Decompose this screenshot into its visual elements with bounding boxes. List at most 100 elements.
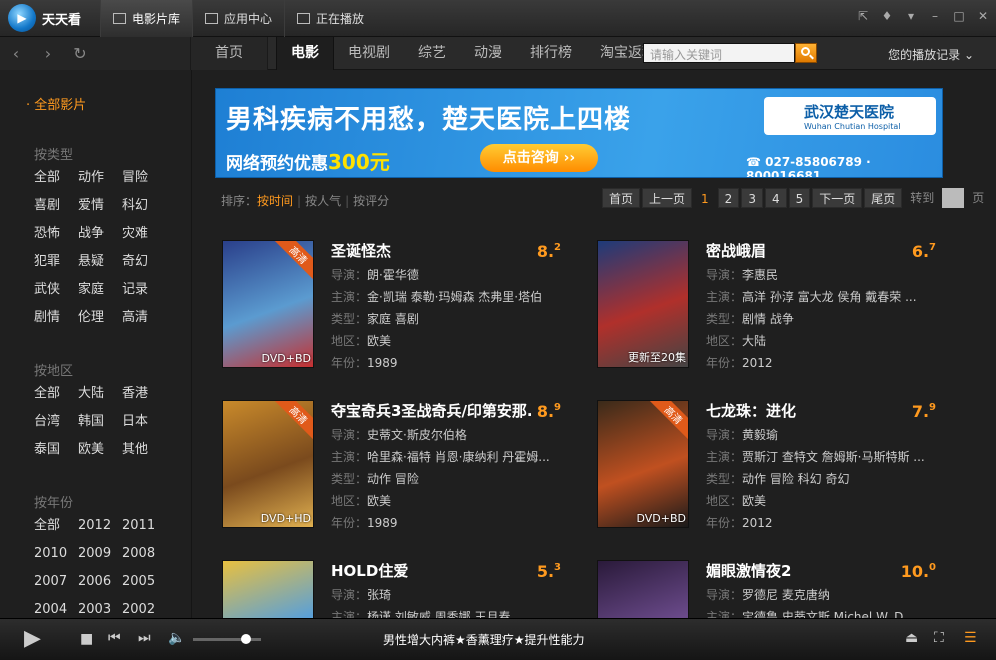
menu-icon[interactable]: ▾	[904, 9, 918, 23]
nav-tab-ranking[interactable]: 排行榜	[516, 37, 586, 70]
type-filter-item[interactable]: 灾难	[122, 224, 166, 243]
volume-knob[interactable]	[241, 634, 251, 644]
type-filter-item[interactable]: 全部	[34, 168, 78, 187]
movie-card[interactable]: 更新至20集 密战峨眉 6.7 导演：李惠民 主演：高洋 孙淳 富大龙 侯角 戴春荣 .…	[597, 240, 942, 370]
field-value[interactable]: 哈里森·福特 肖恩·康纳利 丹霍姆...	[367, 450, 550, 464]
close-icon[interactable]: ✕	[976, 9, 990, 23]
year-filter-item[interactable]: 2009	[78, 544, 122, 563]
playlist-icon[interactable]: ☰	[964, 630, 977, 646]
type-filter-item[interactable]: 奇幻	[122, 252, 166, 271]
pager-item[interactable]: 2	[717, 188, 740, 208]
search-button[interactable]	[795, 43, 817, 63]
movie-poster[interactable]: 高清 DVD+BD	[597, 400, 689, 528]
sort-by-rating[interactable]: 按评分	[353, 194, 389, 208]
year-filter-item[interactable]: 2008	[122, 544, 166, 563]
region-filter-item[interactable]: 韩国	[78, 412, 122, 431]
tab-movie-library[interactable]: 电影片库	[100, 0, 193, 37]
type-filter-item[interactable]: 喜剧	[34, 196, 78, 215]
back-icon[interactable]: ‹	[0, 44, 32, 63]
year-filter-item[interactable]: 2005	[122, 572, 166, 591]
year-filter-item[interactable]: 2012	[78, 516, 122, 535]
refresh-icon[interactable]: ↻	[64, 44, 96, 63]
eject-icon[interactable]: ⏏	[905, 630, 918, 646]
tab-app-center[interactable]: 应用中心	[192, 0, 284, 37]
field-value[interactable]: 宝德鲁 史蒂文斯 Michel W. D...	[742, 610, 915, 618]
region-filter-item[interactable]: 其他	[122, 440, 166, 459]
movie-title[interactable]: 密战峨眉	[706, 240, 906, 261]
pager-item[interactable]: 首页	[602, 188, 641, 208]
field-value[interactable]: 黄毅瑜	[742, 428, 778, 442]
field-value[interactable]: 高洋 孙淳 富大龙 侯角 戴春荣 ...	[742, 290, 917, 304]
year-filter-item[interactable]: 2004	[34, 600, 78, 618]
skin-icon[interactable]: ♦	[880, 9, 894, 23]
year-filter-item[interactable]: 2007	[34, 572, 78, 591]
movie-poster[interactable]: 更新至20集	[597, 240, 689, 368]
field-value[interactable]: 杨谨 刘敏威 周秀娜 王月春	[367, 610, 510, 618]
movie-poster[interactable]	[597, 560, 689, 618]
play-history-link[interactable]: 您的播放记录 ⌄	[888, 46, 974, 63]
volume-slider[interactable]	[193, 634, 261, 644]
type-filter-item[interactable]: 战争	[78, 224, 122, 243]
movie-card[interactable]: 高清 DVD+HD 夺宝奇兵3圣战奇兵/印第安那... 8.9 导演：史蒂文·斯皮尔伯格…	[222, 400, 567, 530]
type-filter-item[interactable]: 冒险	[122, 168, 166, 187]
year-filter-item[interactable]: 2002	[122, 600, 166, 618]
movie-title[interactable]: 圣诞怪杰	[331, 240, 531, 261]
pager-item[interactable]: 1	[694, 188, 716, 208]
maximize-icon[interactable]: □	[952, 9, 966, 23]
movie-poster[interactable]: 高清 DVD+BD	[222, 240, 314, 368]
pager-item[interactable]: 3	[741, 188, 763, 208]
movie-title[interactable]: 夺宝奇兵3圣战奇兵/印第安那...	[331, 400, 531, 421]
movie-card[interactable]: 高清 DVD+BD 七龙珠：进化 7.9 导演：黄毅瑜 主演：贾斯汀 查特文 詹姆斯·马斯…	[597, 400, 942, 530]
field-value[interactable]: 罗德尼 麦克唐纳	[742, 588, 830, 602]
pager-item[interactable]: 上一页	[642, 188, 693, 208]
nav-tab-anime[interactable]: 动漫	[460, 37, 516, 70]
type-filter-item[interactable]: 悬疑	[78, 252, 122, 271]
region-filter-item[interactable]: 香港	[122, 384, 166, 403]
nav-tab-tv[interactable]: 电视剧	[334, 37, 404, 70]
nav-tab-variety[interactable]: 综艺	[404, 37, 460, 70]
play-icon[interactable]: ▶	[24, 626, 41, 651]
type-filter-item[interactable]: 恐怖	[34, 224, 78, 243]
type-filter-item[interactable]: 爱情	[78, 196, 122, 215]
region-filter-item[interactable]: 日本	[122, 412, 166, 431]
region-filter-item[interactable]: 台湾	[34, 412, 78, 431]
field-value[interactable]: 贾斯汀 查特文 詹姆斯·马斯特斯 ...	[742, 450, 925, 464]
year-filter-item[interactable]: 2003	[78, 600, 122, 618]
pager-item[interactable]: 5	[788, 188, 811, 208]
pager-item[interactable]: 4	[764, 188, 787, 208]
region-filter-item[interactable]: 欧美	[78, 440, 122, 459]
banner-consult-button[interactable]: 点击咨询 ››	[480, 144, 598, 172]
region-filter-item[interactable]: 泰国	[34, 440, 78, 459]
tab-now-playing[interactable]: 正在播放	[284, 0, 376, 37]
ad-banner[interactable]: 男科疾病不用愁，楚天医院上四楼 网络预约优惠300元 点击咨询 ›› 武汉楚天医…	[215, 88, 943, 178]
pager-item[interactable]: 尾页	[864, 188, 903, 208]
share-icon[interactable]: ⇱	[856, 9, 870, 23]
movie-title[interactable]: 媚眼激情夜2	[706, 560, 906, 581]
minimize-icon[interactable]: –	[928, 9, 942, 23]
type-filter-item[interactable]: 伦理	[78, 308, 122, 327]
region-filter-item[interactable]: 全部	[34, 384, 78, 403]
year-filter-item[interactable]: 2011	[122, 516, 166, 535]
volume-icon[interactable]: 🔈	[168, 630, 185, 646]
movie-title[interactable]: HOLD住爱	[331, 560, 531, 581]
movie-card[interactable]: 媚眼激情夜2 10.0 导演：罗德尼 麦克唐纳 主演：宝德鲁 史蒂文斯 Michel …	[597, 560, 942, 618]
fullscreen-icon[interactable]: ⛶	[934, 630, 944, 646]
region-filter-item[interactable]: 大陆	[78, 384, 122, 403]
field-value[interactable]: 金·凯瑞 泰勒·玛姆森 杰弗里·塔伯	[367, 290, 542, 304]
all-movies-link[interactable]: · 全部影片	[26, 94, 86, 113]
stop-icon[interactable]: ■	[80, 631, 93, 647]
year-filter-item[interactable]: 2010	[34, 544, 78, 563]
nav-home[interactable]: 首页	[190, 36, 268, 70]
search-input[interactable]: 请输入关键词	[643, 43, 795, 63]
previous-icon[interactable]: ⏮	[108, 630, 121, 646]
movie-poster[interactable]: 高清 DVD+HD	[222, 400, 314, 528]
type-filter-item[interactable]: 犯罪	[34, 252, 78, 271]
type-filter-item[interactable]: 科幻	[122, 196, 166, 215]
movie-card[interactable]: 高清 DVD+BD 圣诞怪杰 8.2 导演：朗·霍华德 主演：金·凯瑞 泰勒·玛姆森 杰弗…	[222, 240, 567, 370]
type-filter-item[interactable]: 记录	[122, 280, 166, 299]
type-filter-item[interactable]: 剧情	[34, 308, 78, 327]
field-value[interactable]: 张琦	[367, 588, 391, 602]
movie-card[interactable]: HOLD住爱5.3导演：张琦主演：杨谨 刘敏威 周秀娜 王月春类型：地区：年份：	[222, 560, 567, 618]
page-jump-input[interactable]	[942, 188, 965, 208]
sort-by-time[interactable]: 按时间	[257, 194, 293, 208]
